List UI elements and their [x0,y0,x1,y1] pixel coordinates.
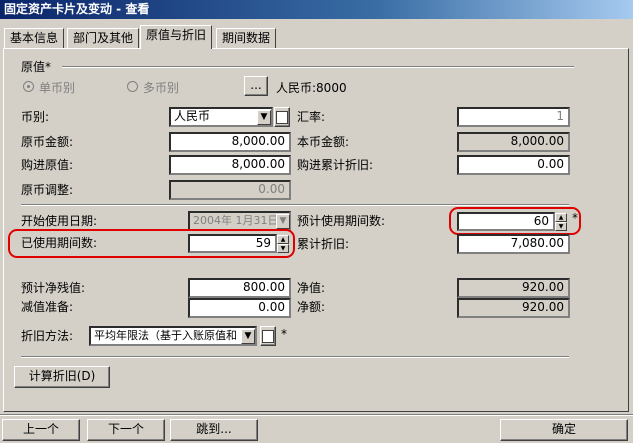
section-divider [21,204,569,206]
original-value-group-label: 原值* [21,60,52,74]
single-currency-label: 单币别 [39,81,76,95]
prev-button[interactable]: 上一个 [2,419,80,441]
multi-currency-label: 多币别 [143,81,180,95]
residual-field[interactable]: 800.00 [188,278,291,298]
purchase-orig-label: 购进原值: [21,158,74,172]
lookup-button[interactable] [274,107,290,127]
single-currency-radio[interactable] [23,81,34,92]
accum-depr-label: 累计折旧: [297,237,350,251]
purchase-accum-label: 购进累计折旧: [297,158,374,172]
chevron-down-icon[interactable]: ▼ [241,329,255,344]
section-divider [21,356,569,358]
tab-department-other[interactable]: 部门及其他 [67,28,140,48]
start-date-label: 开始使用日期: [21,214,98,228]
purchase-accum-field[interactable]: 0.00 [457,155,570,175]
group-divider [62,66,574,68]
impairment-label: 减值准备: [21,300,74,314]
net-amount-label: 净额: [297,300,326,314]
calc-depreciation-button[interactable]: 计算折旧(D) [14,366,110,388]
accum-depr-field[interactable]: 7,080.00 [457,234,570,254]
exchange-rate-field[interactable]: 1 [457,107,570,127]
lookup-button[interactable] [260,326,276,346]
highlight-used-periods [8,229,295,258]
ok-button[interactable]: 确定 [500,419,628,441]
chevron-down-icon[interactable]: ▼ [257,110,271,125]
purchase-orig-field[interactable]: 8,000.00 [169,155,291,175]
jump-button[interactable]: 跳到... [170,419,258,441]
residual-label: 预计净残值: [21,281,86,295]
multi-currency-radio[interactable] [127,81,138,92]
orig-adjust-field: 0.00 [169,180,291,200]
local-amount-field: 8,000.00 [457,132,570,152]
book-icon [262,330,274,343]
expected-periods-label: 预计使用期间数: [297,214,386,228]
original-value-summary: 人民币:8000 [276,81,347,95]
orig-adjust-label: 原币调整: [21,183,74,197]
next-button[interactable]: 下一个 [87,419,165,441]
depr-method-required-mark: * [281,327,287,341]
book-icon [276,111,288,124]
tab-original-value-depreciation[interactable]: 原值与折旧 [140,25,213,49]
window-title: 固定资产卡片及变动 - 查看 [0,0,633,19]
local-amount-label: 本币金额: [297,135,350,149]
impairment-field[interactable]: 0.00 [188,298,291,318]
highlight-expected-periods [449,207,581,235]
net-amount-field: 920.00 [457,298,570,318]
chevron-down-icon: ▼ [276,214,290,229]
tab-period-data[interactable]: 期间数据 [216,28,277,48]
net-value-label: 净值: [297,281,326,295]
browse-button[interactable]: ... [244,76,268,96]
depr-method-select[interactable]: 平均年限法（基于入账原值和 [89,326,257,346]
orig-amount-label: 原币金额: [21,135,74,149]
depr-method-label: 折旧方法: [21,329,74,343]
exchange-rate-label: 汇率: [297,110,326,124]
tab-basic-info[interactable]: 基本信息 [4,28,65,48]
bottom-divider [0,414,633,416]
currency-label: 币别: [21,110,50,124]
net-value-field: 920.00 [457,278,570,298]
orig-amount-field[interactable]: 8,000.00 [169,132,291,152]
